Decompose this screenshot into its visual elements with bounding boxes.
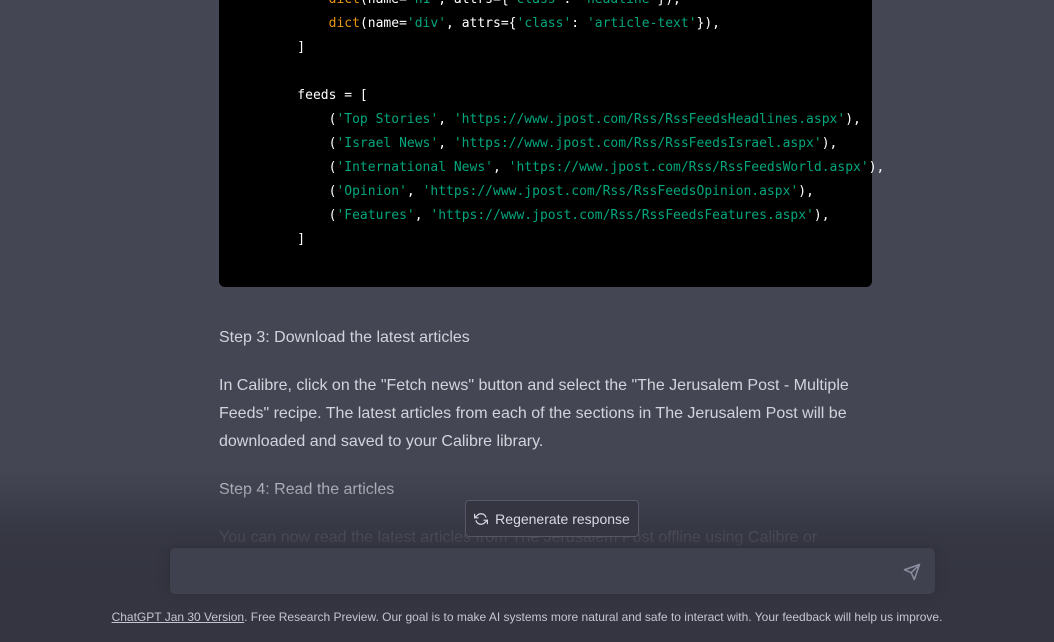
version-link[interactable]: ChatGPT Jan 30 Version <box>112 610 245 624</box>
code-token: 'Features' <box>336 208 415 223</box>
message-input-box <box>169 547 936 595</box>
code-token: 'div' <box>406 16 447 31</box>
code-token: , attrs={ <box>446 16 517 31</box>
code-token: 'Top Stories' <box>336 112 439 127</box>
code-token: , <box>406 184 423 199</box>
code-token: ( <box>266 208 337 223</box>
regenerate-response-label: Regenerate response <box>495 510 630 527</box>
code-block: dict(name='h1', attrs={'class': 'headlin… <box>219 0 884 287</box>
step3-text: In Calibre, click on the "Fetch news" bu… <box>219 377 849 450</box>
code-token: }), <box>696 16 721 31</box>
code-token: , <box>438 136 454 151</box>
code-line: ('Features', 'https://www.jpost.com/Rss/… <box>266 204 884 228</box>
code-token: ), <box>845 112 861 127</box>
code-token: : <box>571 16 587 31</box>
code-line: dict(name='div', attrs={'class': 'articl… <box>266 12 884 36</box>
code-token: ( <box>266 184 337 199</box>
code-token: ( <box>266 136 337 151</box>
code-token: ( <box>266 112 337 127</box>
refresh-icon <box>474 512 489 525</box>
code-token: 'h1' <box>407 0 438 7</box>
message-input[interactable] <box>186 560 890 586</box>
code-token: , attrs={ <box>438 0 508 7</box>
code-token: 'Opinion' <box>336 184 407 199</box>
code-line: ('International News', 'https://www.jpos… <box>266 156 885 180</box>
code-token: , <box>414 208 431 223</box>
step3-heading: Step 3: Download the latest articles <box>219 329 470 346</box>
code-token: ), <box>821 136 838 151</box>
code-token: (name= <box>360 0 407 7</box>
code-line: ] <box>266 228 884 252</box>
code-line: feeds = [ <box>266 84 884 108</box>
code-line: ('Opinion', 'https://www.jpost.com/Rss/R… <box>266 180 884 204</box>
footer-disclaimer: ChatGPT Jan 30 Version. Free Research Pr… <box>0 609 1054 625</box>
code-token: 'https://www.jpost.com/Rss/RssFeedsIsrae… <box>453 136 822 151</box>
footer-text: . Free Research Preview. Our goal is to … <box>244 610 943 624</box>
code-token: dict <box>328 16 360 31</box>
code-line: ] <box>266 36 884 60</box>
code-token: 'https://www.jpost.com/Rss/RssFeedsFeatu… <box>430 208 814 223</box>
code-token: 'class' <box>509 0 564 7</box>
code-token: 'article-text' <box>586 16 697 31</box>
code-token: 'https://www.jpost.com/Rss/RssFeedsOpini… <box>422 184 799 199</box>
code-token: 'International News' <box>336 160 493 175</box>
code-token: dict <box>329 0 360 7</box>
code-token: ] <box>266 232 306 247</box>
code-line: ('Top Stories', 'https://www.jpost.com/R… <box>266 108 884 132</box>
code-token: : <box>563 0 579 7</box>
code-token: 'https://www.jpost.com/Rss/RssFeedsHeadl… <box>453 112 846 127</box>
code-line: dict(name='h1', attrs={'class': 'headlin… <box>266 0 884 12</box>
code-token: , <box>493 160 509 175</box>
code-token: }), <box>657 0 680 7</box>
code-token: 'headline' <box>579 0 657 7</box>
code-content: dict(name='h1', attrs={'class': 'headlin… <box>266 0 884 252</box>
code-token: ] <box>266 40 306 55</box>
code-token: ), <box>813 208 830 223</box>
regenerate-response-button[interactable]: Regenerate response <box>465 500 639 537</box>
code-line: ('Israel News', 'https://www.jpost.com/R… <box>266 132 884 156</box>
code-token: ), <box>868 160 885 175</box>
code-token: , <box>438 112 454 127</box>
code-token: ), <box>798 184 814 199</box>
send-icon[interactable] <box>903 563 921 581</box>
code-token: ( <box>266 160 337 175</box>
code-token: 'class' <box>516 16 572 31</box>
code-token: (name= <box>359 16 407 31</box>
code-token: feeds = [ <box>266 88 368 103</box>
code-token: 'Israel News' <box>336 136 439 151</box>
code-token: 'https://www.jpost.com/Rss/RssFeedsWorld… <box>508 160 869 175</box>
